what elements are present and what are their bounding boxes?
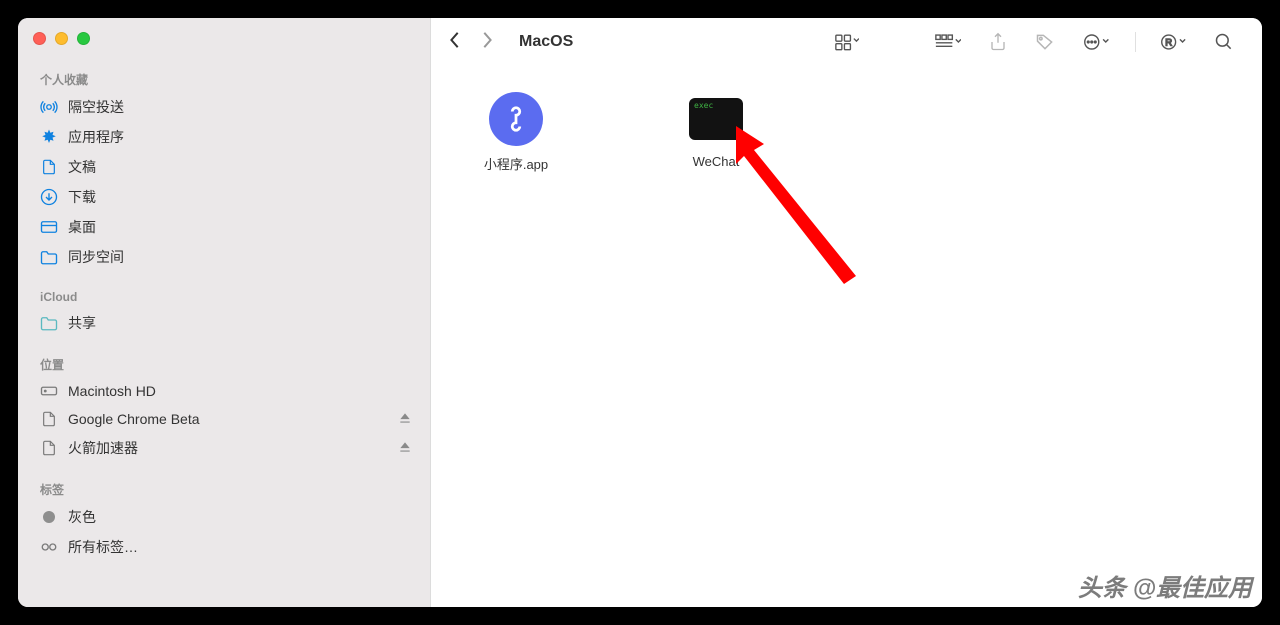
file-item-wechat[interactable]: WeChat [661, 92, 771, 169]
folder-title: MacOS [519, 33, 573, 51]
sidebar-item-macintosh-hd[interactable]: Macintosh HD [18, 377, 430, 405]
harddrive-icon [40, 382, 58, 400]
nav-arrows [449, 31, 493, 54]
fullscreen-button[interactable] [77, 32, 90, 45]
icloud-header: iCloud [18, 286, 430, 308]
exec-icon [689, 98, 743, 140]
applications-icon [40, 128, 58, 146]
sidebar-item-label: 文稿 [68, 157, 96, 177]
locations-header: 位置 [18, 352, 430, 377]
finder-window: 个人收藏 隔空投送 应用程序 文稿 下载 桌面 同步空间 iCloud [18, 18, 1262, 607]
disk-image-icon [40, 439, 58, 457]
sidebar: 个人收藏 隔空投送 应用程序 文稿 下载 桌面 同步空间 iCloud [18, 18, 431, 607]
folder-icon [40, 248, 58, 266]
file-grid[interactable]: 小程序.app WeChat [431, 66, 1262, 607]
watermark: 头条 @最佳应用 [1078, 568, 1252, 603]
sidebar-item-label: Google Chrome Beta [68, 411, 200, 427]
sidebar-item-airdrop[interactable]: 隔空投送 [18, 92, 430, 122]
favorites-header: 个人收藏 [18, 67, 430, 92]
sidebar-item-tag-gray[interactable]: 灰色 [18, 502, 430, 532]
view-mode-button[interactable] [825, 33, 869, 51]
sidebar-item-label: 火箭加速器 [68, 438, 138, 458]
eject-icon[interactable] [398, 440, 412, 457]
minimize-button[interactable] [55, 32, 68, 45]
shared-folder-icon [40, 314, 58, 332]
sidebar-item-label: 同步空间 [68, 247, 124, 267]
sidebar-item-label: 共享 [68, 313, 96, 333]
sidebar-item-label: 桌面 [68, 217, 96, 237]
svg-text:R: R [1165, 37, 1172, 48]
sidebar-item-documents[interactable]: 文稿 [18, 152, 430, 182]
sidebar-item-label: 下载 [68, 187, 96, 207]
file-label: 小程序.app [484, 154, 548, 173]
sidebar-item-label: 隔空投送 [68, 97, 124, 117]
sidebar-item-applications[interactable]: 应用程序 [18, 122, 430, 152]
action-button[interactable] [1073, 33, 1121, 51]
info-button[interactable]: R [1150, 33, 1196, 51]
sidebar-item-rocket[interactable]: 火箭加速器 [18, 433, 430, 463]
sidebar-item-shared[interactable]: 共享 [18, 308, 430, 338]
sidebar-item-all-tags[interactable]: 所有标签… [18, 532, 430, 562]
all-tags-icon [40, 538, 58, 556]
desktop-icon [40, 218, 58, 236]
tag-button[interactable] [1025, 32, 1065, 52]
sidebar-item-downloads[interactable]: 下载 [18, 182, 430, 212]
eject-icon[interactable] [398, 411, 412, 428]
group-button[interactable] [925, 33, 971, 51]
back-button[interactable] [449, 31, 461, 54]
toolbar-separator [1135, 32, 1136, 52]
sidebar-item-sync[interactable]: 同步空间 [18, 242, 430, 272]
close-button[interactable] [33, 32, 46, 45]
forward-button[interactable] [481, 31, 493, 54]
app-icon [489, 92, 543, 146]
sidebar-item-label: 所有标签… [68, 537, 138, 557]
sidebar-item-chrome-beta[interactable]: Google Chrome Beta [18, 405, 430, 433]
document-icon [40, 158, 58, 176]
share-button[interactable] [979, 32, 1017, 52]
window-controls [18, 32, 430, 45]
sidebar-item-label: Macintosh HD [68, 383, 156, 399]
tag-gray-icon [40, 508, 58, 526]
disk-image-icon [40, 410, 58, 428]
sidebar-item-label: 应用程序 [68, 127, 124, 147]
airdrop-icon [40, 98, 58, 116]
file-label: WeChat [693, 154, 740, 169]
sidebar-item-label: 灰色 [68, 507, 96, 527]
tags-header: 标签 [18, 477, 430, 502]
file-item-miniprogram[interactable]: 小程序.app [461, 92, 571, 173]
toolbar: MacOS R [431, 18, 1262, 66]
search-button[interactable] [1204, 32, 1244, 52]
main-pane: MacOS R 小程序.app WeChat [431, 18, 1262, 607]
download-icon [40, 188, 58, 206]
sidebar-item-desktop[interactable]: 桌面 [18, 212, 430, 242]
